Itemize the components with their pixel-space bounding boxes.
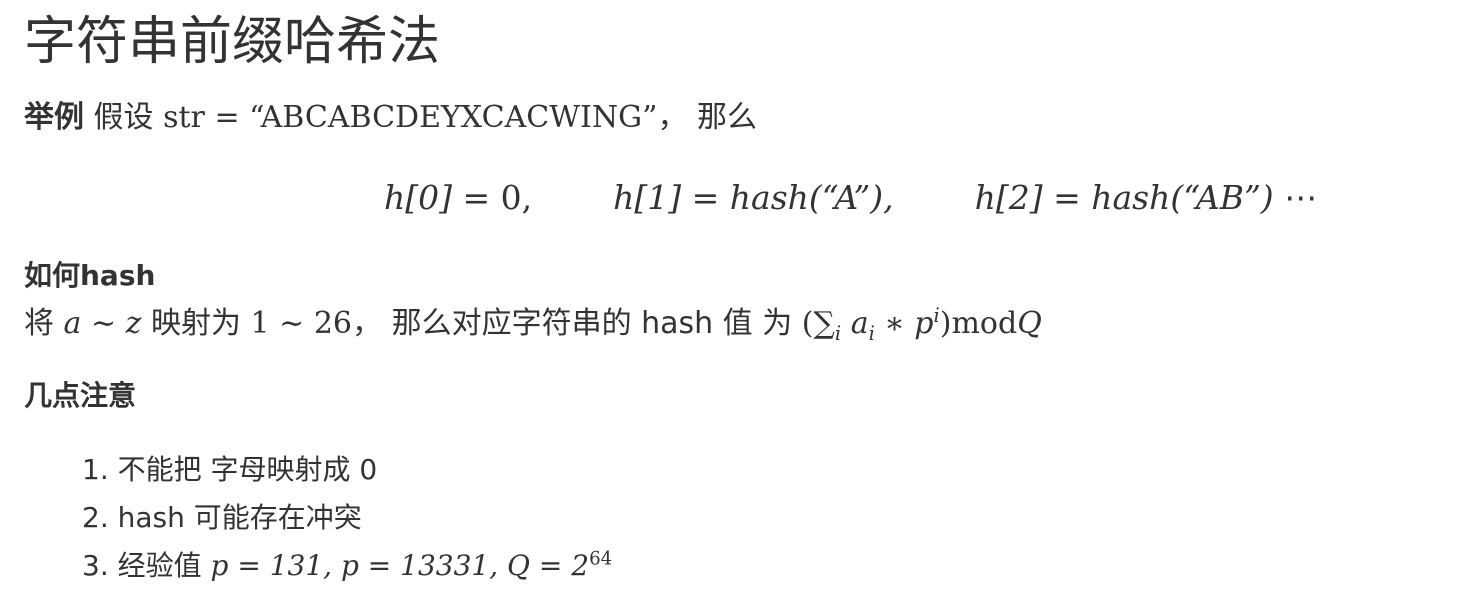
list-item-number: 1.: [82, 453, 109, 486]
list-item-number: 3.: [82, 549, 109, 582]
display-equation: h[0] = 0, h[1] = hash(“A”), h[2] = hash(…: [384, 176, 1317, 220]
hash-range-nums: 1 ∼ 26: [250, 306, 353, 341]
eq-dots: ⋯: [1284, 178, 1318, 217]
how-hash-heading: 如何hash: [24, 259, 156, 292]
eq-h1-lhs: h[1]: [613, 178, 682, 217]
list-item-number: 2.: [82, 501, 109, 534]
list-item: 3. 经验值 p = 131, p = 13331, Q = 264: [82, 542, 612, 590]
hash-map-to: 映射为: [151, 306, 241, 341]
page-title: 字符串前缀哈希法: [24, 12, 441, 72]
example-var: str: [163, 100, 205, 135]
hash-jiang: 将: [24, 306, 54, 341]
list-item: 1. 不能把 字母映射成 0: [82, 446, 612, 494]
formula-close: ): [939, 306, 952, 341]
list-item-math-sup: 64: [589, 548, 613, 570]
how-hash-paragraph: 将 a ∼ z 映射为 1 ∼ 26， 那么对应字符串的 hash 值 为 (∑…: [24, 304, 1042, 344]
eq-h2-lhs: h[2]: [974, 178, 1043, 217]
eq-h0-rhs: = 0,: [462, 178, 533, 217]
hash-text-mid: ， 那么对应字符串的 hash 值 为: [352, 306, 793, 341]
formula-mod: mod: [951, 306, 1018, 341]
formula-sum: ∑: [813, 306, 835, 341]
formula-Q: Q: [1017, 306, 1042, 341]
formula-a: a: [850, 306, 869, 341]
list-item: 2. hash 可能存在冲突: [82, 494, 612, 542]
eq-h2-rhs: = hash(“AB”): [1053, 178, 1274, 217]
formula-times-p: ∗ p: [874, 306, 934, 341]
example-eq: =: [214, 100, 240, 135]
notes-list: 1. 不能把 字母映射成 0 2. hash 可能存在冲突 3. 经验值 p =…: [82, 446, 612, 590]
notes-heading: 几点注意: [24, 379, 137, 412]
list-item-text: 经验值: [117, 549, 202, 582]
list-item-math: p = 131, p = 13331, Q = 2: [210, 549, 590, 582]
example-paragraph: 举例 假设 str = “ABCABCDEYXCACWING”， 那么: [24, 98, 757, 138]
hash-range-letters: a ∼ z: [63, 306, 142, 341]
eq-h1-rhs: = hash(“A”),: [691, 178, 894, 217]
example-label: 举例: [24, 100, 84, 135]
list-item-text: 不能把 字母映射成 0: [117, 453, 378, 486]
eq-h0-lhs: h[0]: [384, 178, 452, 217]
hash-formula: (∑i ai ∗ pi)modQ: [801, 306, 1042, 344]
formula-open: (: [801, 306, 814, 341]
formula-sum-sub: i: [834, 322, 842, 345]
example-value: “ABCABCDEYXCACWING”: [249, 100, 658, 135]
list-item-text: hash 可能存在冲突: [117, 501, 362, 534]
example-suffix: ， 那么: [657, 100, 757, 135]
example-prefix: 假设: [93, 100, 154, 135]
